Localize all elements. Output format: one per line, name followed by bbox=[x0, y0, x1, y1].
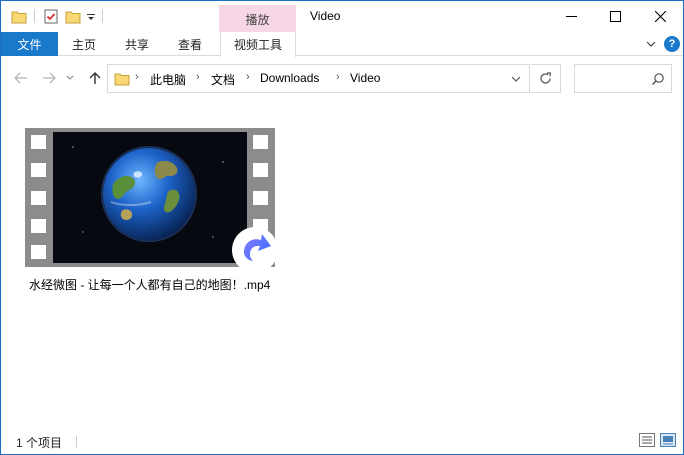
explorer-window: 播放 Video 文件 主页 共享 查看 视频工具 ? › 此电脑 › 文档 ›… bbox=[0, 0, 684, 455]
breadcrumb-separator[interactable]: › bbox=[135, 71, 139, 83]
search-icon[interactable] bbox=[651, 72, 665, 86]
large-icons-view-icon[interactable] bbox=[660, 433, 676, 447]
tab-file[interactable]: 文件 bbox=[1, 32, 58, 56]
ribbon-tab-bar: 文件 主页 共享 查看 视频工具 ? bbox=[1, 32, 683, 57]
file-item[interactable]: 水经微图 - 让每一个人都有自己的地图！.mp4 bbox=[23, 128, 279, 298]
breadcrumb-separator[interactable]: › bbox=[196, 71, 200, 83]
tab-view[interactable]: 查看 bbox=[167, 32, 213, 56]
expand-ribbon-chevron-icon[interactable] bbox=[645, 38, 657, 50]
window-title: Video bbox=[310, 9, 341, 23]
title-bar: 播放 Video bbox=[1, 1, 683, 33]
video-frame-earth bbox=[53, 132, 247, 263]
new-folder-icon[interactable] bbox=[65, 8, 81, 25]
status-separator bbox=[76, 436, 77, 448]
file-list-area[interactable]: 水经微图 - 让每一个人都有自己的地图！.mp4 bbox=[1, 102, 683, 427]
context-tab-play[interactable]: 播放 bbox=[219, 5, 296, 33]
filmstrip-left bbox=[25, 128, 53, 267]
quick-access-separator bbox=[102, 9, 103, 23]
address-dropdown-chevron-icon[interactable] bbox=[508, 72, 524, 86]
minimize-button[interactable] bbox=[548, 1, 594, 31]
breadcrumb-downloads[interactable]: Downloads bbox=[260, 71, 319, 85]
back-arrow-icon[interactable] bbox=[11, 68, 31, 88]
tab-share[interactable]: 共享 bbox=[114, 32, 160, 56]
up-arrow-icon[interactable] bbox=[85, 68, 105, 88]
breadcrumb-separator[interactable]: › bbox=[336, 71, 340, 83]
details-view-icon[interactable] bbox=[639, 433, 655, 447]
file-name-label[interactable]: 水经微图 - 让每一个人都有自己的地图！.mp4 bbox=[29, 276, 279, 293]
quick-access-folder-icon[interactable] bbox=[11, 8, 27, 25]
quick-access-separator bbox=[34, 9, 35, 23]
default-app-icon bbox=[231, 226, 279, 274]
customize-toolbar-dropdown-icon[interactable] bbox=[86, 8, 96, 25]
close-button[interactable] bbox=[637, 1, 683, 31]
tab-home[interactable]: 主页 bbox=[61, 32, 107, 56]
breadcrumb-separator[interactable]: › bbox=[246, 71, 250, 83]
tab-video-tools[interactable]: 视频工具 bbox=[220, 32, 296, 57]
status-bar: 1 个项目 bbox=[1, 427, 683, 454]
refresh-icon[interactable] bbox=[531, 64, 561, 93]
filmstrip-bottom bbox=[53, 263, 247, 267]
help-icon[interactable]: ? bbox=[664, 36, 680, 52]
properties-icon[interactable] bbox=[43, 8, 59, 25]
folder-icon bbox=[114, 71, 130, 86]
navigation-bar: › 此电脑 › 文档 › Downloads › Video bbox=[1, 56, 683, 102]
breadcrumb-documents[interactable]: 文档 bbox=[211, 71, 235, 88]
forward-arrow-icon[interactable] bbox=[39, 68, 59, 88]
maximize-button[interactable] bbox=[592, 1, 638, 31]
breadcrumb-this-pc[interactable]: 此电脑 bbox=[150, 71, 186, 88]
recent-locations-chevron-icon[interactable] bbox=[64, 68, 76, 88]
breadcrumb-video[interactable]: Video bbox=[350, 71, 380, 85]
search-input[interactable] bbox=[574, 64, 672, 93]
item-count: 1 个项目 bbox=[16, 436, 63, 450]
address-bar[interactable]: › 此电脑 › 文档 › Downloads › Video bbox=[107, 64, 530, 93]
